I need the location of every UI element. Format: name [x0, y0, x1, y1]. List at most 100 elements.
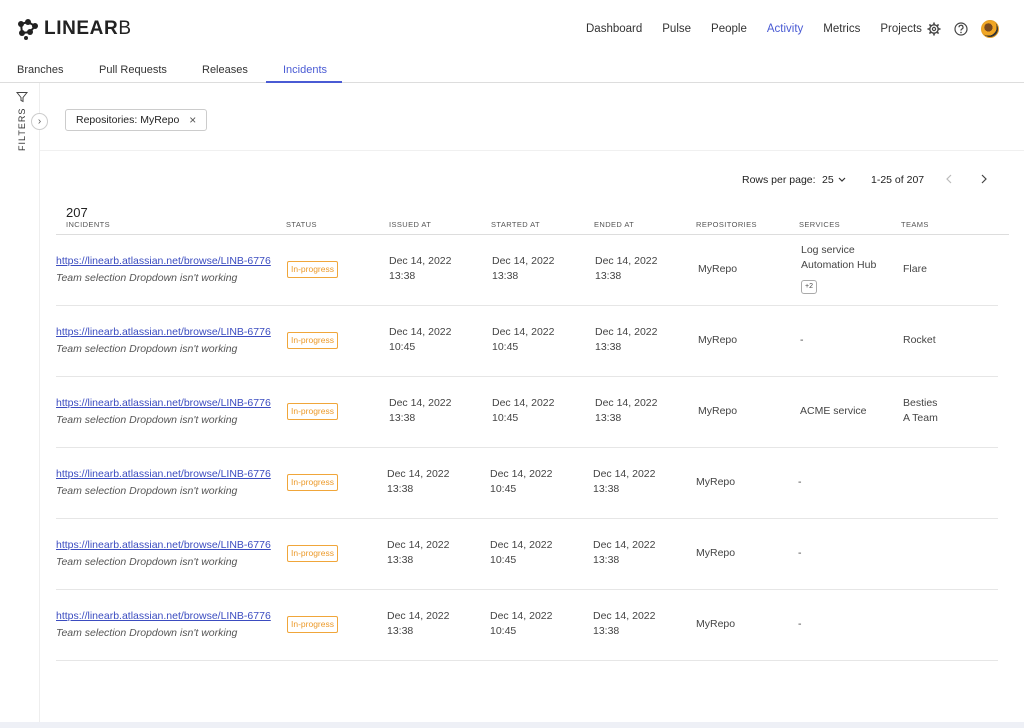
- incident-link[interactable]: https://linearb.atlassian.net/browse/LIN…: [56, 609, 271, 624]
- teams: Flare: [903, 263, 927, 275]
- services: -: [798, 476, 802, 488]
- chevron-left-icon: [946, 174, 952, 184]
- incident-link[interactable]: https://linearb.atlassian.net/browse/LIN…: [56, 538, 271, 553]
- nav-projects[interactable]: Projects: [880, 23, 922, 35]
- close-icon[interactable]: ×: [189, 113, 196, 127]
- expand-filters-button[interactable]: ›: [31, 113, 48, 130]
- nav-metrics[interactable]: Metrics: [823, 23, 860, 35]
- started-at: Dec 14, 2022 10:45: [492, 326, 555, 353]
- teams: Rocket: [903, 334, 936, 346]
- issued-at: Dec 14, 2022 13:38: [387, 610, 450, 637]
- nav-pulse[interactable]: Pulse: [662, 23, 691, 35]
- header-actions: [927, 20, 999, 38]
- tab-incidents[interactable]: Incidents: [283, 64, 327, 76]
- rows-per-page-select[interactable]: 25: [822, 174, 846, 186]
- tab-pull-requests[interactable]: Pull Requests: [99, 64, 167, 76]
- gear-icon[interactable]: [927, 22, 941, 36]
- column-header-repositories: REPOSITORIES: [696, 220, 757, 229]
- incident-description: Team selection Dropdown isn't working: [56, 627, 238, 639]
- ended-at: Dec 14, 2022 13:38: [593, 539, 656, 566]
- services: Log service Automation Hub +2: [801, 243, 876, 294]
- sub-tabs: Branches Pull Requests Releases Incident…: [0, 58, 1024, 83]
- status-badge: In-progress: [287, 332, 338, 349]
- filter-icon[interactable]: [16, 91, 28, 103]
- repository: MyRepo: [698, 405, 738, 417]
- chevron-right-icon: ›: [37, 116, 42, 127]
- repository: MyRepo: [696, 547, 736, 559]
- column-header-status: STATUS: [286, 220, 317, 229]
- incident-count: 207: [66, 205, 88, 220]
- incident-link[interactable]: https://linearb.atlassian.net/browse/LIN…: [56, 396, 271, 411]
- repository: MyRepo: [698, 263, 738, 275]
- nav-dashboard[interactable]: Dashboard: [586, 23, 642, 35]
- column-header-ended-at: ENDED AT: [594, 220, 635, 229]
- started-at: Dec 14, 2022 10:45: [490, 539, 553, 566]
- bottom-strip: [0, 722, 1024, 728]
- nav-people[interactable]: People: [711, 23, 747, 35]
- column-header-issued-at: ISSUED AT: [389, 220, 432, 229]
- chevron-down-icon: [838, 177, 846, 182]
- prev-page-button[interactable]: [945, 174, 953, 187]
- issued-at: Dec 14, 2022 10:45: [389, 326, 452, 353]
- linearb-logo-icon: [18, 19, 38, 40]
- column-header-services: SERVICES: [799, 220, 840, 229]
- help-icon[interactable]: [954, 22, 968, 36]
- services: -: [798, 547, 802, 559]
- incident-link[interactable]: https://linearb.atlassian.net/browse/LIN…: [56, 325, 271, 340]
- nav-activity[interactable]: Activity: [767, 23, 803, 35]
- table-row[interactable]: https://linearb.atlassian.net/browse/LIN…: [56, 377, 998, 448]
- table-row[interactable]: https://linearb.atlassian.net/browse/LIN…: [56, 235, 998, 306]
- services: -: [798, 618, 802, 630]
- ended-at: Dec 14, 2022 13:38: [595, 397, 658, 424]
- pagination-range: 1-25 of 207: [871, 174, 925, 186]
- table-row[interactable]: https://linearb.atlassian.net/browse/LIN…: [56, 448, 998, 519]
- incident-description: Team selection Dropdown isn't working: [56, 556, 238, 568]
- brand-name: LINEARB: [44, 18, 132, 39]
- status-badge: In-progress: [287, 403, 338, 420]
- main-nav: Dashboard Pulse People Activity Metrics Proje…: [586, 23, 922, 35]
- issued-at: Dec 14, 2022 13:38: [389, 397, 452, 424]
- status-badge: In-progress: [287, 545, 338, 562]
- incident-description: Team selection Dropdown isn't working: [56, 343, 238, 355]
- services: ACME service: [800, 405, 867, 417]
- chip-label: Repositories: MyRepo: [76, 114, 180, 126]
- brand-logo[interactable]: LINEARB: [17, 18, 132, 40]
- incident-link[interactable]: https://linearb.atlassian.net/browse/LIN…: [56, 467, 271, 482]
- incident-link[interactable]: https://linearb.atlassian.net/browse/LIN…: [56, 254, 271, 269]
- filter-rail: FILTERS: [0, 83, 40, 728]
- chevron-right-icon: [981, 174, 987, 184]
- issued-at: Dec 14, 2022 13:38: [387, 468, 450, 495]
- issued-at: Dec 14, 2022 13:38: [387, 539, 450, 566]
- started-at: Dec 14, 2022 10:45: [492, 397, 555, 424]
- status-badge: In-progress: [287, 616, 338, 633]
- started-at: Dec 14, 2022 10:45: [490, 610, 553, 637]
- repository-filter-chip[interactable]: Repositories: MyRepo ×: [65, 109, 208, 131]
- started-at: Dec 14, 2022 10:45: [490, 468, 553, 495]
- tab-branches[interactable]: Branches: [17, 64, 63, 76]
- section-divider: [40, 150, 1024, 151]
- repository: MyRepo: [698, 334, 738, 346]
- active-tab-indicator: [266, 81, 342, 83]
- ended-at: Dec 14, 2022 13:38: [595, 255, 658, 282]
- status-badge: In-progress: [287, 474, 338, 491]
- issued-at: Dec 14, 2022 13:38: [389, 255, 452, 282]
- table-row[interactable]: https://linearb.atlassian.net/browse/LIN…: [56, 519, 998, 590]
- tab-releases[interactable]: Releases: [202, 64, 248, 76]
- repository: MyRepo: [696, 618, 736, 630]
- table-row[interactable]: https://linearb.atlassian.net/browse/LIN…: [56, 590, 998, 661]
- next-page-button[interactable]: [980, 174, 988, 187]
- rows-per-page-label: Rows per page:: [742, 174, 816, 186]
- rows-per-page-value: 25: [822, 174, 834, 186]
- more-services-badge[interactable]: +2: [801, 280, 817, 294]
- started-at: Dec 14, 2022 13:38: [492, 255, 555, 282]
- table-row[interactable]: https://linearb.atlassian.net/browse/LIN…: [56, 306, 998, 377]
- teams: Besties A Team: [903, 397, 938, 424]
- ended-at: Dec 14, 2022 13:38: [595, 326, 658, 353]
- column-header-incidents: INCIDENTS: [66, 220, 111, 229]
- column-header-started-at: STARTED AT: [491, 220, 541, 229]
- column-header-teams: TEAMS: [901, 220, 929, 229]
- user-avatar[interactable]: [981, 20, 999, 38]
- incident-description: Team selection Dropdown isn't working: [56, 272, 238, 284]
- status-badge: In-progress: [287, 261, 338, 278]
- repository: MyRepo: [696, 476, 736, 488]
